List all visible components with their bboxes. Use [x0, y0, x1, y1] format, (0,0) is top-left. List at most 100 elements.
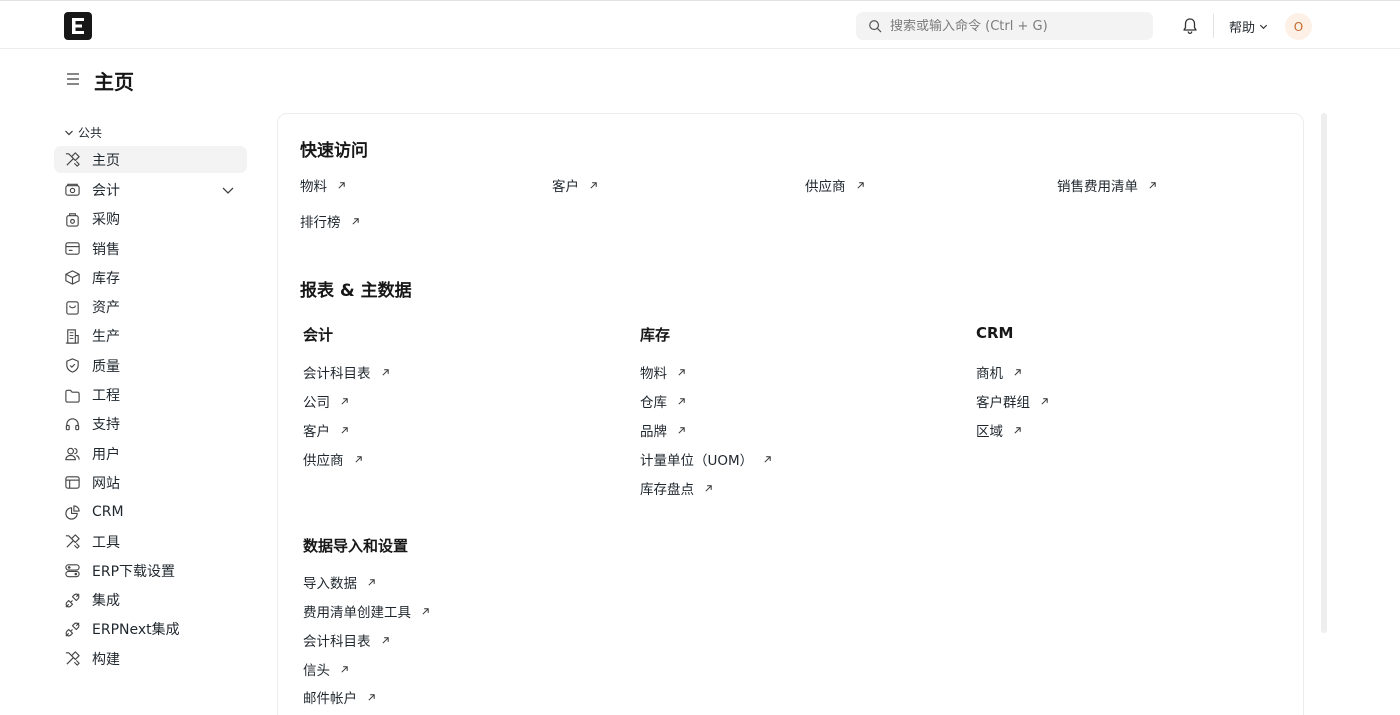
report-link[interactable]: 信头: [303, 659, 349, 679]
chevron-down-icon[interactable]: [221, 183, 235, 197]
report-link[interactable]: 商机: [976, 362, 1022, 382]
buying-icon: [63, 210, 81, 228]
projects-icon: [63, 386, 81, 404]
help-dropdown[interactable]: 帮助: [1229, 17, 1269, 36]
report-link[interactable]: 品牌: [640, 420, 686, 440]
website-icon: [63, 474, 81, 492]
card-title-stock: 库存: [640, 326, 671, 344]
page-scrollbar[interactable]: [1321, 113, 1327, 633]
sidebar-item-label: ERP下载设置: [92, 563, 176, 580]
arrow-up-right-icon: [705, 484, 712, 492]
report-link-label: 会计科目表: [303, 634, 371, 650]
chevron-down-icon: [65, 130, 73, 135]
report-link[interactable]: 会计科目表: [303, 630, 390, 650]
shortcut-label: 供应商: [805, 179, 846, 195]
search-bar[interactable]: [856, 12, 1153, 40]
sidebar-item-selling[interactable]: 销售: [54, 234, 247, 263]
arrow-up-right-icon: [1041, 397, 1048, 405]
sidebar-item-label: 质量: [92, 358, 120, 375]
sidebar-section-public[interactable]: 公共: [64, 124, 102, 141]
sidebar-item-label: 生产: [92, 329, 120, 346]
report-link[interactable]: 客户群组: [976, 391, 1049, 411]
report-link[interactable]: 费用清单创建工具: [303, 601, 430, 621]
integrations-icon: [63, 620, 81, 638]
sidebar-item-accounting[interactable]: 会计: [54, 175, 247, 204]
accounting-icon: [63, 181, 81, 199]
user-avatar[interactable]: O: [1285, 13, 1312, 40]
report-link-label: 费用清单创建工具: [303, 605, 411, 621]
report-link[interactable]: 仓库: [640, 391, 686, 411]
report-link[interactable]: 公司: [303, 391, 349, 411]
sidebar-item-label: 会计: [92, 182, 120, 199]
card-title-crm: CRM: [976, 324, 1014, 342]
report-link[interactable]: 供应商: [303, 449, 363, 469]
build-icon: [63, 650, 81, 668]
sidebar-item-tools[interactable]: 工具: [54, 527, 247, 556]
sidebar-item-erpnext-integrations[interactable]: ERPNext集成: [54, 615, 247, 644]
report-link-label: 库存盘点: [640, 482, 694, 498]
search-icon: [869, 20, 882, 33]
manufacturing-icon: [63, 327, 81, 345]
shortcut-label: 销售费用清单: [1057, 179, 1138, 195]
report-link[interactable]: 客户: [303, 420, 349, 440]
sidebar-item-home[interactable]: 主页: [54, 146, 247, 173]
tools-icon: [63, 151, 81, 169]
sidebar-item-label: 库存: [92, 270, 120, 287]
sidebar-item-label: ERPNext集成: [92, 622, 180, 639]
shortcut-link[interactable]: 销售费用清单: [1057, 175, 1157, 195]
sidebar-item-label: 集成: [92, 593, 120, 610]
sidebar-item-projects[interactable]: 工程: [54, 380, 247, 409]
report-link[interactable]: 邮件帐户: [303, 687, 376, 707]
arrow-up-right-icon: [381, 636, 389, 644]
crm-icon: [63, 503, 81, 521]
sidebar: 主页 会计 采购 销售 库存 资产 生产 质量 工程 支持 用户 网站 CRM …: [54, 146, 247, 673]
sidebar-item-label: 采购: [92, 212, 120, 229]
report-link[interactable]: 会计科目表: [303, 362, 390, 382]
sidebar-item-erp-download-settings[interactable]: ERP下载设置: [54, 556, 247, 585]
sidebar-item-website[interactable]: 网站: [54, 468, 247, 497]
integrations-icon: [63, 591, 81, 609]
sidebar-item-buying[interactable]: 采购: [54, 205, 247, 234]
shortcut-link[interactable]: 客户: [552, 175, 598, 195]
arrow-up-right-icon: [354, 455, 362, 463]
arrow-up-right-icon: [368, 693, 375, 701]
report-link[interactable]: 物料: [640, 362, 686, 382]
sidebar-item-crm[interactable]: CRM: [54, 498, 247, 527]
shortcut-link[interactable]: 供应商: [805, 175, 865, 195]
sidebar-item-stock[interactable]: 库存: [54, 263, 247, 292]
sidebar-item-build[interactable]: 构建: [54, 644, 247, 673]
sidebar-item-label: 工程: [92, 388, 120, 405]
sidebar-item-users[interactable]: 用户: [54, 439, 247, 468]
report-link-label: 客户群组: [976, 395, 1030, 411]
sidebar-item-support[interactable]: 支持: [54, 410, 247, 439]
sidebar-item-assets[interactable]: 资产: [54, 292, 247, 321]
stock-icon: [63, 269, 81, 287]
report-link-label: 物料: [640, 366, 667, 382]
page-title: 主页: [94, 70, 134, 94]
shortcut-link[interactable]: 物料: [300, 175, 346, 195]
report-link[interactable]: 区域: [976, 420, 1022, 440]
shortcut-link[interactable]: 排行榜: [300, 211, 360, 231]
sidebar-item-manufacturing[interactable]: 生产: [54, 322, 247, 351]
report-link[interactable]: 库存盘点: [640, 478, 713, 498]
sidebar-item-quality[interactable]: 质量: [54, 351, 247, 380]
report-link-label: 品牌: [640, 424, 667, 440]
arrow-up-right-icon: [341, 397, 348, 405]
arrow-up-right-icon: [678, 397, 685, 405]
report-link[interactable]: 导入数据: [303, 572, 376, 592]
quick-access-title: 快速访问: [300, 141, 368, 161]
sidebar-item-label: 资产: [92, 300, 120, 317]
notifications-bell-icon[interactable]: [1181, 17, 1199, 35]
sidebar-item-integrations[interactable]: 集成: [54, 585, 247, 614]
card-title-data-import: 数据导入和设置: [303, 537, 409, 555]
selling-icon: [63, 240, 81, 258]
quality-icon: [63, 357, 81, 375]
assets-icon: [63, 298, 81, 316]
sidebar-item-label: 主页: [92, 152, 120, 169]
sidebar-toggle-icon[interactable]: [64, 70, 82, 88]
arrow-up-right-icon: [368, 578, 375, 586]
report-link[interactable]: 计量单位（UOM）: [640, 449, 772, 469]
app-logo[interactable]: [64, 12, 92, 40]
search-input[interactable]: [890, 18, 1150, 34]
arrow-up-right-icon: [678, 368, 685, 376]
